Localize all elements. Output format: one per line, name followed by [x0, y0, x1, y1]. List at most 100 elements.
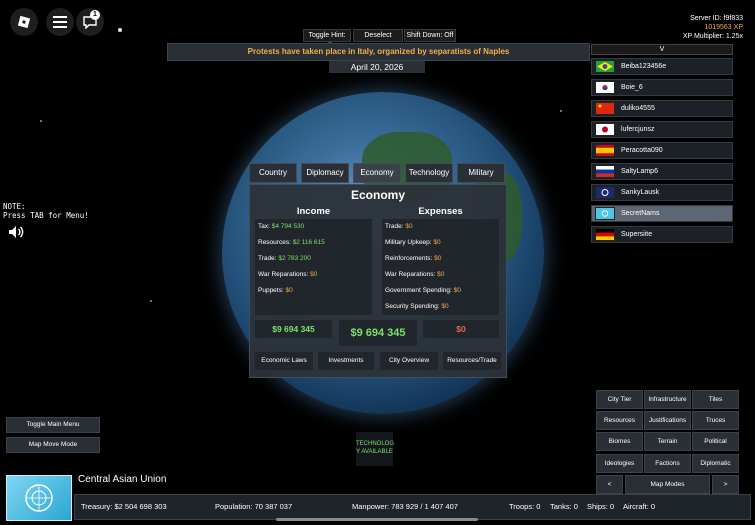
player-row[interactable]: Beiba123456e [591, 58, 733, 75]
country-name: Central Asian Union [78, 474, 167, 485]
toggle-hint-button[interactable]: Toggle Hint: Off [303, 29, 351, 50]
tech-notice-line: TECHNOLOG [356, 441, 395, 447]
income-row: Tax: $4 794 530 [255, 219, 372, 235]
map-mode-political[interactable]: Political [692, 432, 739, 451]
roblox-menu-button[interactable] [10, 8, 38, 36]
star [40, 120, 42, 122]
shift-down-button[interactable]: Shift Down: Off [404, 29, 456, 42]
map-mode-justifications[interactable]: Justifications [644, 411, 691, 430]
income-list: Tax: $4 794 530 Resources: $2 116 615 Tr… [255, 219, 372, 315]
brazil-flag-icon [595, 60, 615, 73]
deselect-button[interactable]: Deselect [353, 29, 403, 42]
expense-row: Trade: $0 [382, 219, 499, 235]
player-name: Peracotta090 [621, 147, 663, 154]
map-mode-next-button[interactable]: > [712, 475, 739, 494]
troops-stat: Troops: 0 [509, 502, 541, 511]
player-row-selected[interactable]: SecretNams [591, 205, 733, 222]
panel-title: Economy [350, 188, 405, 202]
horizontal-scrollbar[interactable] [276, 518, 478, 521]
expense-value: $0 [405, 223, 413, 230]
tab-diplomacy[interactable]: Diplomacy [301, 163, 349, 183]
expense-label: Government Spending: [385, 287, 452, 294]
roblox-logo-icon [17, 15, 31, 29]
map-mode-diplomatic[interactable]: Diplomatic [692, 454, 739, 473]
expense-label: Security Spending: [385, 303, 440, 310]
map-mode-terrain[interactable]: Terrain [644, 432, 691, 451]
star [560, 110, 562, 112]
player-row[interactable]: Supersiite [591, 226, 733, 243]
tab-technology[interactable]: Technology [405, 163, 453, 183]
note-text: Press TAB for Menu! [3, 211, 89, 220]
central-asian-union-flag-icon [595, 207, 615, 220]
country-flag[interactable] [6, 475, 72, 521]
player-row[interactable]: Boie_6 [591, 79, 733, 96]
investments-button[interactable]: Investments [318, 352, 374, 370]
expense-total: $0 [423, 320, 499, 338]
player-list-toggle[interactable]: V [591, 44, 733, 55]
map-mode-truces[interactable]: Truces [692, 411, 739, 430]
player-name: Boie_6 [621, 84, 643, 91]
server-id: Server ID: f9f833 [690, 15, 743, 22]
south-korea-flag-icon [595, 81, 615, 94]
map-mode-city-tier[interactable]: City Tier [596, 390, 643, 409]
expense-label: Reinforcements: [385, 255, 433, 262]
player-row[interactable]: Peracotta090 [591, 142, 733, 159]
star [150, 300, 152, 302]
germany-flag-icon [595, 228, 615, 241]
map-mode-prev-button[interactable]: < [596, 475, 623, 494]
population-stat: Population: 70 387 037 [215, 502, 293, 511]
toggle-main-menu-button[interactable]: Toggle Main Menu [6, 417, 100, 433]
income-label: Tax: [258, 223, 270, 230]
map-mode-biomes[interactable]: Biomes [596, 432, 643, 451]
map-move-mode-button[interactable]: Map Move Mode [6, 437, 100, 453]
income-label: Puppets: [258, 287, 284, 294]
income-value: $4 794 530 [271, 223, 305, 230]
tab-military[interactable]: Military [457, 163, 505, 183]
map-mode-resources[interactable]: Resources [596, 411, 643, 430]
hamburger-menu-button[interactable] [46, 8, 74, 36]
player-row[interactable]: duliko4555 [591, 100, 733, 117]
player-name: duliko4555 [621, 105, 655, 112]
stats-bar: Treasury: $2 504 698 303 Population: 70 … [74, 494, 751, 520]
central-asian-union-emblem-icon [25, 484, 53, 512]
expense-value: $0 [434, 255, 442, 262]
map-mode-ideologies[interactable]: Ideologies [596, 454, 643, 473]
expense-label: Military Upkeep: [385, 239, 432, 246]
player-row[interactable]: SankyLausk [591, 184, 733, 201]
income-value: $2 783 200 [278, 255, 311, 262]
sound-toggle-button[interactable] [8, 225, 24, 244]
map-mode-tiles[interactable]: Tiles [692, 390, 739, 409]
economic-laws-button[interactable]: Economic Laws [255, 352, 313, 370]
expenses-heading: Expenses [418, 206, 463, 217]
expense-label: Trade: [385, 223, 404, 230]
income-row: Resources: $2 116 615 [255, 235, 372, 251]
expense-row: Military Upkeep: $0 [382, 235, 499, 251]
expense-value: $0 [433, 239, 441, 246]
map-mode-factions[interactable]: Factions [644, 454, 691, 473]
technology-available-notice[interactable]: TECHNOLOG Y AVAILABLE [356, 432, 395, 466]
main-tabs: Country Diplomacy Economy Technology Mil… [249, 163, 505, 183]
tech-notice-line: Y AVAILABLE [356, 449, 393, 455]
map-mode-infrastructure[interactable]: Infrastructure [644, 390, 691, 409]
spain-flag-icon [595, 144, 615, 157]
server-info: Server ID: f9f833 1019563 XP XP Multipli… [683, 14, 743, 41]
tab-economy[interactable]: Economy [353, 163, 401, 183]
net-total: $9 694 345 [339, 320, 417, 346]
player-row[interactable]: SaltyLamp6 [591, 163, 733, 180]
city-overview-button[interactable]: City Overview [380, 352, 438, 370]
chat-button[interactable]: 1 [76, 8, 104, 36]
game-date: April 20, 2026 [329, 61, 425, 73]
expenses-list: Trade: $0 Military Upkeep: $0 Reinforcem… [382, 219, 499, 315]
xp-multiplier: XP Multiplier: 1.25x [682, 33, 743, 40]
income-row: War Reparations: $0 [255, 267, 372, 283]
tab-country[interactable]: Country [249, 163, 297, 183]
resources-trade-button[interactable]: Resources/Trade [443, 352, 501, 370]
tab-hint-note: NOTE: Press TAB for Menu! [3, 202, 89, 220]
income-row: Puppets: $0 [255, 283, 372, 299]
expense-row: War Reparations: $0 [382, 267, 499, 283]
player-name: Beiba123456e [621, 63, 667, 70]
player-name: SankyLausk [621, 189, 660, 196]
expense-value: $0 [453, 287, 461, 294]
player-row[interactable]: lufercjunsz [591, 121, 733, 138]
income-label: Resources: [258, 239, 291, 246]
